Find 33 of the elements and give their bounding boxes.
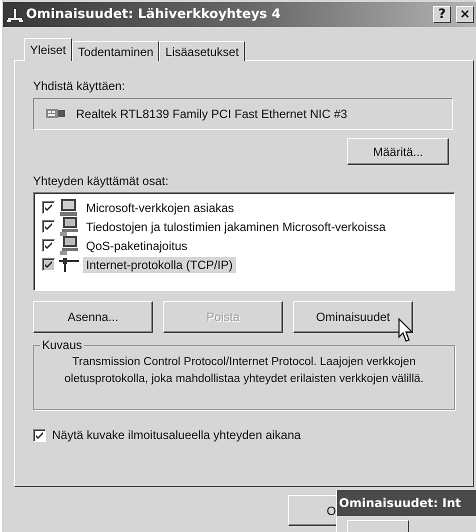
tab[interactable]: Lisäasetukset (159, 41, 245, 61)
cursor-icon (398, 318, 414, 343)
computer-icon (60, 199, 78, 216)
checkmark-icon (43, 240, 54, 251)
adapter-name: Realtek RTL8139 Family PCI Fast Ethernet NIC #3 (76, 107, 348, 121)
action-button[interactable]: Ominaisuudet (293, 301, 413, 333)
group-legend: Kuvaus (40, 338, 84, 352)
components-label: Yhteyden käyttämät osat: (33, 174, 170, 188)
list-item[interactable]: Internet-protokolla (TCP/IP) (83, 256, 236, 272)
window-title: Ominaisuudet: Lähiverkkoyhteys 4 (26, 7, 282, 22)
checkbox-label: Näytä kuvake ilmoitusalueella yhteyden aikana (52, 428, 301, 442)
checkbox[interactable] (42, 258, 55, 271)
protocol-icon (59, 258, 79, 272)
checkmark-icon (34, 430, 45, 440)
help-button[interactable]: ? (433, 6, 451, 23)
list-item[interactable]: Microsoft-verkkojen asiakas (83, 200, 238, 216)
tab[interactable]: Yleiset (24, 38, 72, 61)
description-text: Transmission Control Protocol/Internet Protocol. Laajojen verkkojen oletusprotokolla, joka mahdollistaa yhteydet erilaisten verkkojen välillä. (63, 355, 425, 387)
checkmark-icon (43, 259, 54, 270)
computer-plug-icon (60, 236, 78, 255)
connect-using-label: Yhdistä käyttäen: (33, 79, 126, 93)
action-button[interactable]: Asenna... (33, 301, 153, 333)
close-button[interactable]: × (456, 6, 474, 23)
network-card-icon (46, 108, 66, 120)
tab[interactable]: Todentaminen (72, 41, 160, 61)
checkmark-icon (43, 221, 54, 232)
checkbox[interactable] (33, 428, 46, 442)
computer-plug-icon (60, 217, 78, 236)
list-item[interactable]: Tiedostojen ja tulostimien jakaminen Microsoft-verkoissa (83, 218, 389, 234)
configure-button[interactable]: Määritä... (347, 138, 449, 165)
checkmark-icon (43, 202, 54, 213)
network-icon (7, 8, 23, 22)
list-item[interactable]: QoS-paketinajoitus (83, 238, 190, 254)
